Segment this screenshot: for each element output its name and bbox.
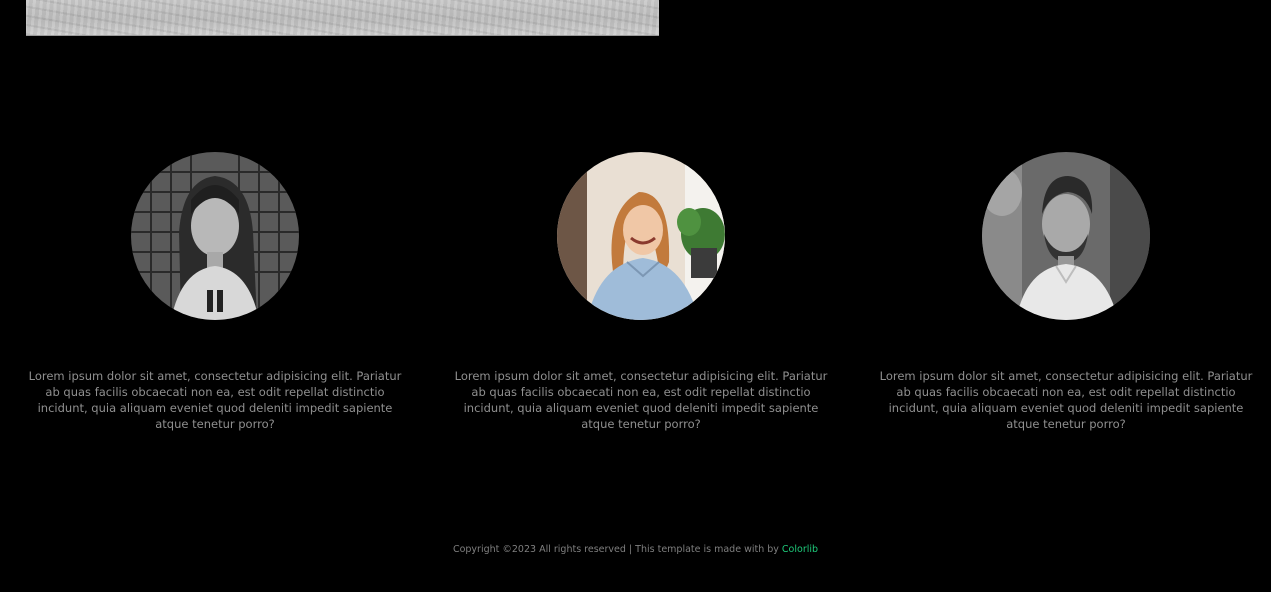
member-bio: Lorem ipsum dolor sit amet, consectetur … xyxy=(454,369,828,431)
banner-image xyxy=(26,0,659,36)
team-member-card: Lorem ipsum dolor sit amet, consectetur … xyxy=(20,150,410,432)
team-member-card: Lorem ipsum dolor sit amet, consectetur … xyxy=(446,150,836,432)
member-photo-graphic xyxy=(557,152,725,320)
footer: Copyright ©2023 All rights reserved | Th… xyxy=(0,544,1271,555)
page: Lorem ipsum dolor sit amet, consectetur … xyxy=(0,0,1271,592)
member-photo xyxy=(982,152,1150,320)
member-photo-graphic xyxy=(982,152,1150,320)
team-member-card: Lorem ipsum dolor sit amet, consectetur … xyxy=(871,150,1261,432)
member-bio: Lorem ipsum dolor sit amet, consectetur … xyxy=(879,369,1253,431)
member-photo xyxy=(557,152,725,320)
member-photo xyxy=(131,152,299,320)
copyright-text: Copyright ©2023 All rights reserved | Th… xyxy=(452,544,782,555)
colorlib-link[interactable]: Colorlib xyxy=(782,544,818,555)
member-bio: Lorem ipsum dolor sit amet, consectetur … xyxy=(28,369,402,431)
member-photo-graphic xyxy=(131,152,299,320)
team-section: Lorem ipsum dolor sit amet, consectetur … xyxy=(0,150,1271,432)
